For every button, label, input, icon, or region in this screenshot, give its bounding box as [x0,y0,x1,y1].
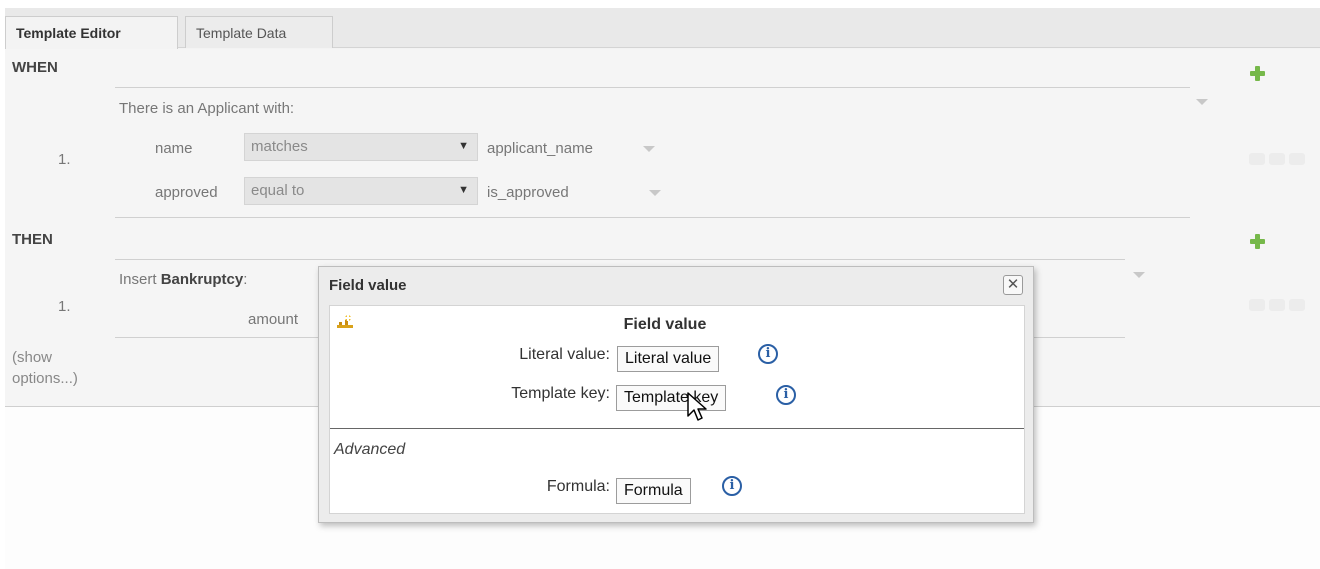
field-value-dialog: Field value ✕ Field value Literal value:… [318,266,1034,523]
dialog-body: Field value Literal value: Literal value… [329,305,1025,514]
operator-value: equal to [251,182,305,199]
dialog-title: Field value [329,277,407,294]
select-arrow-icon: ▼ [458,140,469,152]
operator-select-approved[interactable]: equal to ▼ [244,177,478,205]
tab-template-data[interactable]: Template Data [185,16,333,48]
advanced-label: Advanced [334,441,406,458]
formula-button[interactable]: Formula [616,478,691,504]
divider [115,259,1125,260]
operator-value: matches [251,138,308,155]
insert-suffix: : [243,271,248,288]
value-dropdown-icon[interactable] [649,190,661,196]
constraint-value-name: applicant_name [487,140,593,157]
info-icon[interactable]: i [722,476,742,496]
divider [115,87,1190,88]
divider [330,428,1024,429]
formula-label: Formula: [546,478,610,495]
literal-value-label: Literal value: [519,346,610,363]
add-condition-icon[interactable] [1249,65,1265,81]
when-line-number: 1. [58,151,71,168]
close-icon[interactable]: ✕ [1003,275,1023,295]
row-actions[interactable] [1249,298,1315,312]
info-icon[interactable]: i [776,385,796,405]
insert-fact-line: Insert Bankruptcy: [119,271,247,288]
then-line-number: 1. [58,298,71,315]
literal-value-button[interactable]: Literal value [617,346,720,372]
tab-bar: Template Editor Template Data [5,8,1320,49]
divider [115,217,1190,218]
template-key-button[interactable]: Template key [616,385,727,411]
operator-select-name[interactable]: matches ▼ [244,133,478,161]
row-actions[interactable] [1249,152,1315,166]
when-label: WHEN [12,59,58,76]
value-dropdown-icon[interactable] [643,146,655,152]
add-action-icon[interactable] [1249,233,1265,249]
pattern-description: There is an Applicant with: [119,100,295,117]
show-options-line2: options...) [12,370,78,387]
constraint-field-approved: approved [155,184,218,201]
constraint-value-approved: is_approved [487,184,569,201]
show-options-link[interactable]: (show options...) [12,347,78,389]
pattern-options-dropdown-icon[interactable] [1196,99,1208,105]
insert-fact-name: Bankruptcy [160,271,244,288]
select-arrow-icon: ▼ [458,184,469,196]
action-field-amount: amount [248,311,299,328]
field-value-heading: Field value [623,316,707,333]
then-label: THEN [12,231,53,248]
template-key-label: Template key: [511,385,610,402]
constraint-field-name: name [155,140,193,157]
show-options-line1: (show [12,349,53,366]
tab-template-editor[interactable]: Template Editor [5,16,178,49]
insert-prefix: Insert [119,271,157,288]
info-icon[interactable]: i [758,344,778,364]
action-options-dropdown-icon[interactable] [1133,272,1145,278]
